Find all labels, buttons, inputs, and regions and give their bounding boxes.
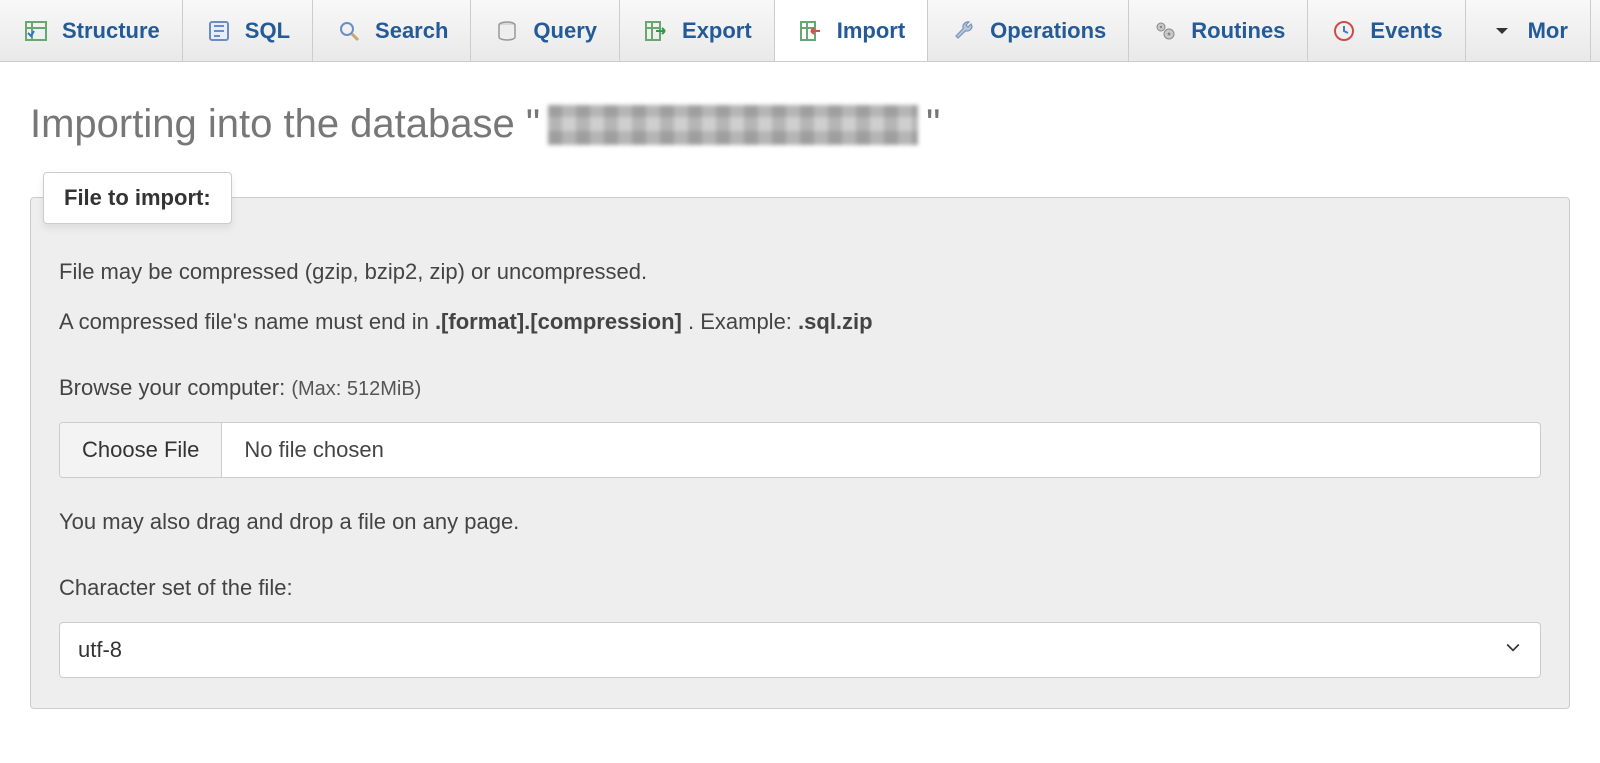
- structure-icon: [22, 17, 50, 45]
- events-icon: [1330, 17, 1358, 45]
- search-icon: [335, 17, 363, 45]
- drag-drop-hint: You may also drag and drop a file on any…: [59, 506, 1541, 538]
- tab-structure[interactable]: Structure: [0, 0, 183, 61]
- tab-export[interactable]: Export: [620, 0, 775, 61]
- tab-more[interactable]: Mor: [1466, 0, 1591, 61]
- tab-events[interactable]: Events: [1308, 0, 1465, 61]
- tab-label: Query: [533, 18, 597, 44]
- tab-search[interactable]: Search: [313, 0, 471, 61]
- more-caret-icon: [1488, 17, 1516, 45]
- browse-max-hint: (Max: 512MiB): [291, 378, 421, 400]
- import-icon: [797, 17, 825, 45]
- tab-label: Structure: [62, 18, 160, 44]
- tab-label: SQL: [245, 18, 290, 44]
- export-icon: [642, 17, 670, 45]
- file-input[interactable]: Choose File No file chosen: [59, 422, 1541, 478]
- hint2-format: .[format].[compression]: [435, 309, 682, 334]
- database-name-redacted: [548, 105, 918, 145]
- page-title-prefix: Importing into the database ": [30, 102, 540, 147]
- hint2-pre: A compressed file's name must end in: [59, 309, 435, 334]
- tab-label: Export: [682, 18, 752, 44]
- tab-sql[interactable]: SQL: [183, 0, 313, 61]
- browse-label-row: Browse your computer: (Max: 512MiB): [59, 372, 1541, 404]
- tab-label: Operations: [990, 18, 1106, 44]
- compress-hint-2: A compressed file's name must end in .[f…: [59, 306, 1541, 338]
- tab-query[interactable]: Query: [471, 0, 620, 61]
- query-icon: [493, 17, 521, 45]
- tab-label: Import: [837, 18, 905, 44]
- tab-label: Search: [375, 18, 448, 44]
- top-tabs: Structure SQL Search Query Export Import: [0, 0, 1600, 62]
- compress-hint-1: File may be compressed (gzip, bzip2, zip…: [59, 256, 1541, 288]
- page-title-suffix: ": [926, 102, 940, 147]
- hint2-example: .sql.zip: [798, 309, 873, 334]
- page-title: Importing into the database " ": [30, 102, 1570, 147]
- tab-routines[interactable]: Routines: [1129, 0, 1308, 61]
- panel-legend: File to import:: [43, 172, 232, 224]
- chosen-file-label: No file chosen: [222, 423, 405, 477]
- hint2-mid: . Example:: [688, 309, 798, 334]
- charset-select-wrap: utf-8: [59, 622, 1541, 678]
- sql-icon: [205, 17, 233, 45]
- charset-select[interactable]: utf-8: [59, 622, 1541, 678]
- tab-import[interactable]: Import: [775, 0, 928, 62]
- file-to-import-panel: File to import: File may be compressed (…: [30, 197, 1570, 709]
- operations-icon: [950, 17, 978, 45]
- tab-label: Mor: [1528, 18, 1568, 44]
- browse-label: Browse your computer:: [59, 375, 291, 400]
- tab-label: Events: [1370, 18, 1442, 44]
- tab-label: Routines: [1191, 18, 1285, 44]
- choose-file-button[interactable]: Choose File: [60, 423, 222, 477]
- charset-label: Character set of the file:: [59, 572, 1541, 604]
- routines-icon: [1151, 17, 1179, 45]
- tab-operations[interactable]: Operations: [928, 0, 1129, 61]
